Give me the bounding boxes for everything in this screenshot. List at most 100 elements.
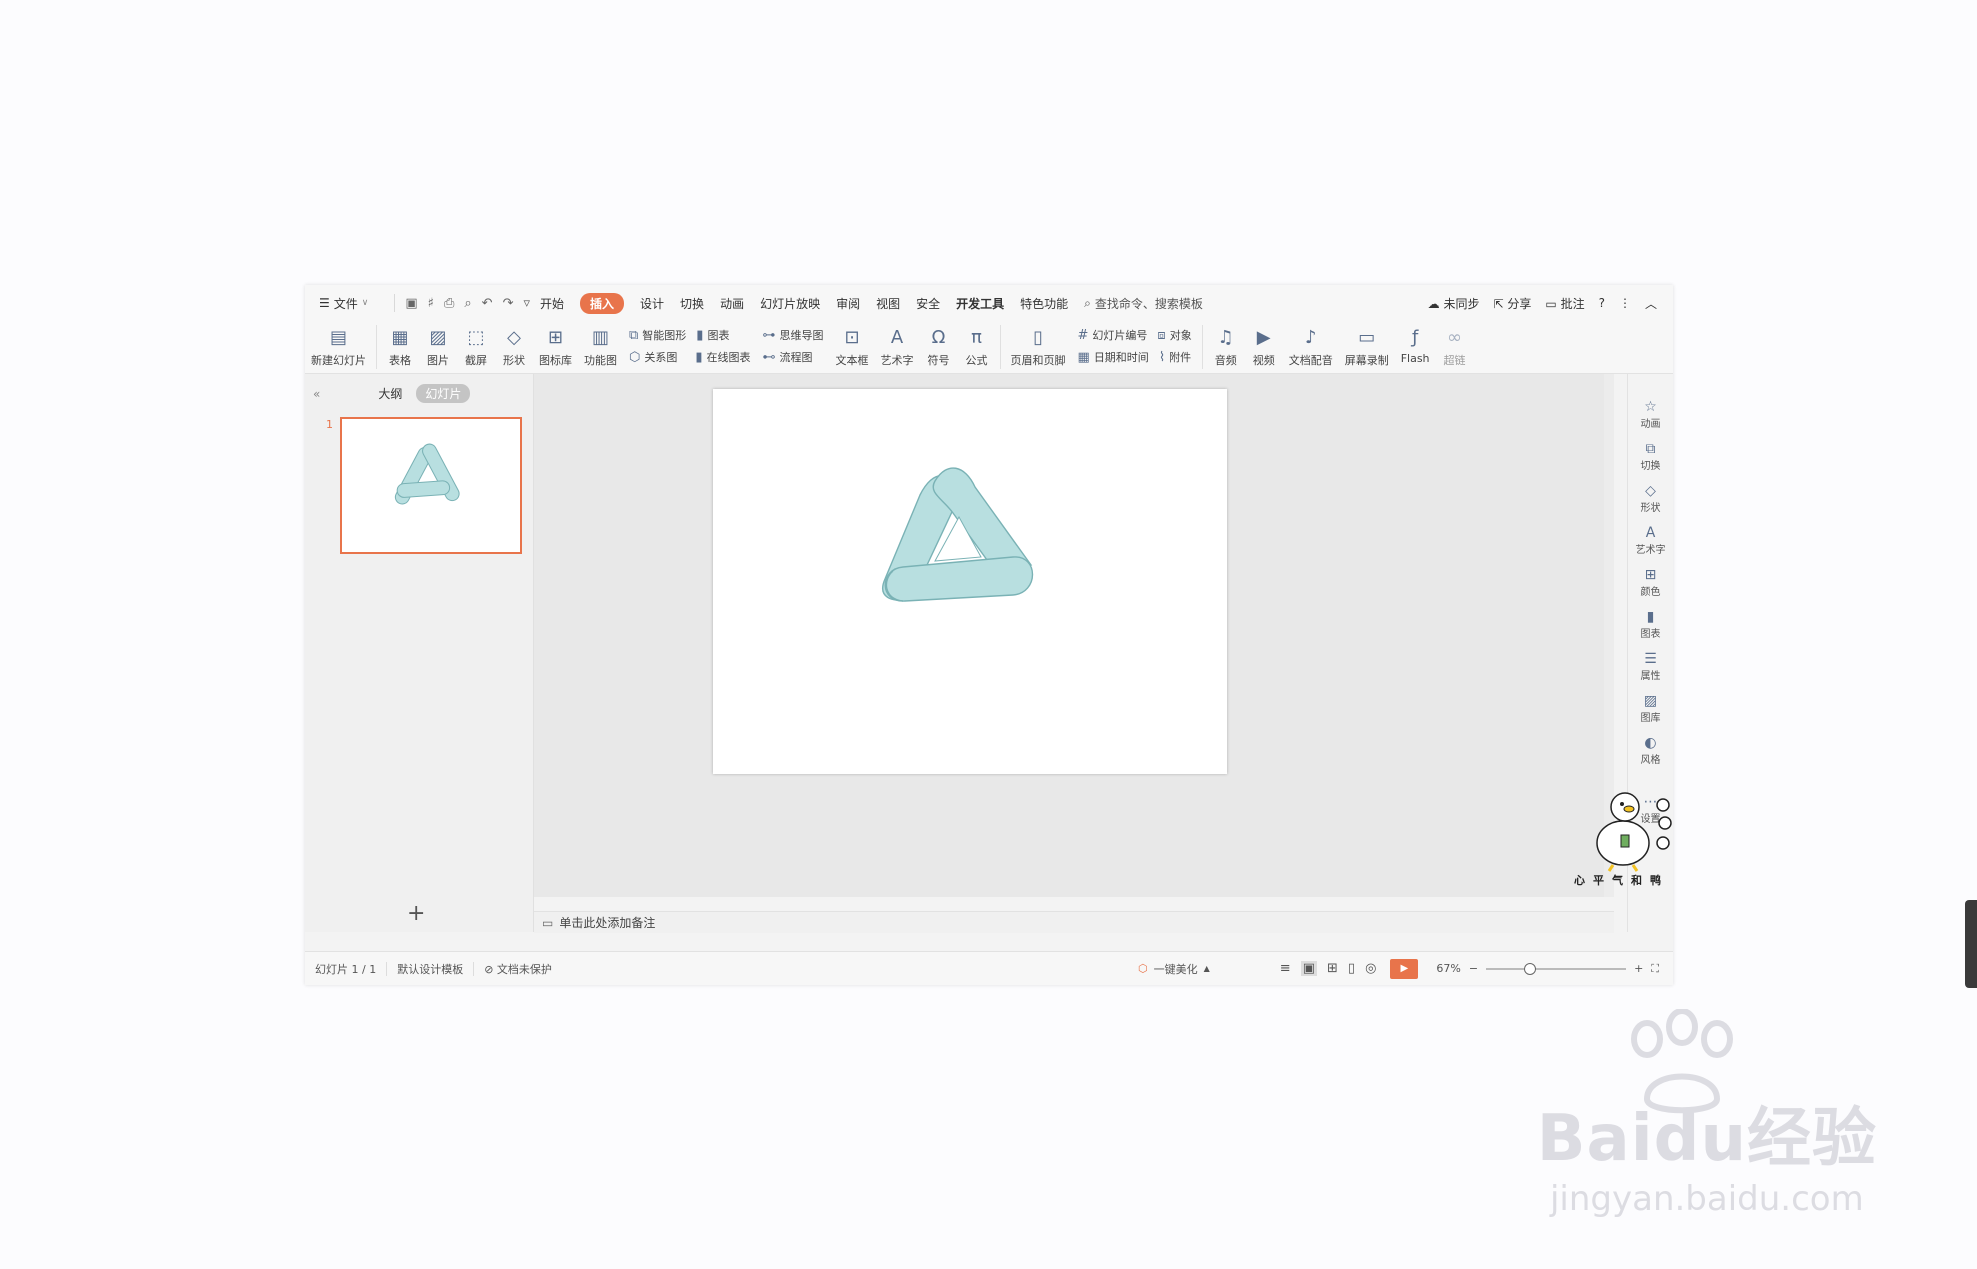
tab-slideshow[interactable]: 幻灯片放映 <box>760 295 820 312</box>
pane-art-text[interactable]: A 艺术字 <box>1628 525 1673 556</box>
normal-view-icon[interactable]: ▣ <box>1300 961 1317 976</box>
header-footer-button[interactable]: ▯ 页眉和页脚 <box>1011 321 1066 368</box>
tab-design[interactable]: 设计 <box>640 295 664 312</box>
current-slide[interactable] <box>713 389 1227 774</box>
screen-record-label: 屏幕录制 <box>1344 354 1389 367</box>
tab-developer[interactable]: 开发工具 <box>956 295 1004 312</box>
sorter-view-icon[interactable]: ⊞ <box>1327 961 1338 976</box>
smart-art-button[interactable]: ⧉ 智能图形 ▮ 图表 <box>629 327 751 343</box>
table-button[interactable]: ▦ 表格 <box>387 321 413 368</box>
formula-button[interactable]: π 公式 <box>964 321 990 368</box>
comment-button[interactable]: ▭ 批注 <box>1545 295 1584 312</box>
hyperlink-label: 超链 <box>1443 354 1466 367</box>
zoom-slider-knob[interactable] <box>1524 962 1537 975</box>
sync-button[interactable]: ☁ 未同步 <box>1428 295 1480 312</box>
more-icon[interactable]: ⋮ <box>1619 296 1631 310</box>
presentation-app-window: ☰ 文件 ∨ ▣ ♯ ⎙ ⌕ ↶ ↷ ▿ 开始 插入 设计 切换 动画 幻灯片放… <box>305 285 1673 985</box>
ribbon-tabs: 开始 插入 设计 切换 动画 幻灯片放映 审阅 视图 安全 开发工具 特色功能 <box>540 292 1084 314</box>
relation-button[interactable]: ⬡ 关系图 ▮ 在线图表 <box>629 349 751 365</box>
new-slide-button[interactable]: ▤ 新建幻灯片 <box>311 321 366 368</box>
function-chart-button[interactable]: ▥ 功能图 <box>584 321 617 368</box>
add-slide-button[interactable]: + <box>407 901 425 926</box>
slide-thumbnail[interactable] <box>340 417 522 554</box>
hyperlink-button[interactable]: ∞ 超链 <box>1442 321 1468 368</box>
zoom-level[interactable]: 67% <box>1436 962 1460 975</box>
command-search[interactable]: ⌕ 查找命令、搜索模板 <box>1084 295 1203 312</box>
zoom-out-icon[interactable]: − <box>1469 962 1478 975</box>
reading-view-icon[interactable]: ▯ <box>1348 961 1355 976</box>
picture-button[interactable]: ▨ 图片 <box>425 321 451 368</box>
pane-style-label: 风格 <box>1640 755 1661 766</box>
notes-bar[interactable]: ▭ 单击此处添加备注 <box>534 911 1614 933</box>
presenter-view-icon[interactable]: ◎ <box>1365 961 1376 976</box>
collapse-ribbon-icon[interactable]: ︿ <box>1645 295 1657 312</box>
beautify-button[interactable]: ⬡ 一键美化 ▲ <box>1138 961 1210 977</box>
shape-button[interactable]: ◇ 形状 <box>501 321 527 368</box>
pane-shape[interactable]: ◇ 形状 <box>1628 483 1673 514</box>
share-button[interactable]: ⇱ 分享 <box>1494 295 1532 312</box>
pane-chart-label: 图表 <box>1640 629 1661 640</box>
icon-library-button[interactable]: ⊞ 图标库 <box>539 321 572 368</box>
menu-separator <box>394 294 396 312</box>
tab-transition[interactable]: 切换 <box>680 295 704 312</box>
save-icon[interactable]: ▣ <box>405 296 417 311</box>
pane-style[interactable]: ◐ 风格 <box>1628 735 1673 766</box>
status-separator <box>386 961 388 976</box>
template-name[interactable]: 默认设计模板 <box>397 961 463 977</box>
pane-animation[interactable]: ☆ 动画 <box>1628 399 1673 430</box>
audio-button[interactable]: ♫ 音频 <box>1213 321 1239 368</box>
mind-map-icon: ⊶ <box>762 327 776 343</box>
help-button[interactable]: ? <box>1599 296 1605 310</box>
tab-insert[interactable]: 插入 <box>580 292 625 314</box>
pane-transition[interactable]: ⧉ 切换 <box>1628 441 1673 472</box>
status-separator <box>473 961 475 976</box>
play-slideshow-button[interactable]: ▶ <box>1390 958 1419 979</box>
art-text-button[interactable]: A 艺术字 <box>881 321 914 368</box>
flow-chart-button[interactable]: ⊷ 流程图 <box>763 349 824 365</box>
tab-home[interactable]: 开始 <box>540 295 564 312</box>
protection-status[interactable]: ⊘ 文档未保护 <box>484 961 552 977</box>
zoom-slider[interactable] <box>1486 962 1627 975</box>
tab-review[interactable]: 审阅 <box>836 295 860 312</box>
screenshot-button[interactable]: ⬚ 截屏 <box>463 321 489 368</box>
formula-label: 公式 <box>965 354 988 367</box>
slide-number-icon: # <box>1077 327 1089 343</box>
textbox-button[interactable]: ⊡ 文本框 <box>836 321 869 368</box>
smart-art-icon: ⧉ <box>629 327 639 343</box>
pane-properties[interactable]: ☰ 属性 <box>1628 651 1673 682</box>
microphone-icon: ♪ <box>1304 326 1317 348</box>
symbol-button[interactable]: Ω 符号 <box>926 321 952 368</box>
command-search-label: 查找命令、搜索模板 <box>1094 296 1203 311</box>
screen-record-button[interactable]: ▭ 屏幕录制 <box>1345 321 1389 368</box>
tab-view[interactable]: 视图 <box>876 295 900 312</box>
pane-gallery[interactable]: ▨ 图库 <box>1628 693 1673 724</box>
pane-chart[interactable]: ▮ 图表 <box>1628 609 1673 640</box>
penrose-triangle-shape[interactable] <box>713 389 1227 774</box>
print-icon[interactable]: ⎙ <box>444 296 454 311</box>
tab-special[interactable]: 特色功能 <box>1020 295 1068 312</box>
mind-map-button[interactable]: ⊶ 思维导图 <box>763 327 824 343</box>
double-chevron-left-icon[interactable]: « <box>313 387 320 401</box>
redo-icon[interactable]: ↷ <box>503 296 514 311</box>
relation-label: 关系图 <box>644 351 678 364</box>
slide-number-button[interactable]: # 幻灯片编号 ⧈ 对象 <box>1078 327 1192 343</box>
print-preview-icon[interactable]: ⌕ <box>464 296 471 311</box>
screen-record-icon: ▭ <box>1358 326 1376 348</box>
file-menu[interactable]: ☰ 文件 ∨ <box>319 295 368 312</box>
tab-security[interactable]: 安全 <box>916 295 940 312</box>
video-button[interactable]: ▶ 视频 <box>1251 321 1277 368</box>
pane-color[interactable]: ⊞ 颜色 <box>1628 567 1673 598</box>
tab-animation[interactable]: 动画 <box>720 295 744 312</box>
date-time-label: 日期和时间 <box>1093 351 1149 364</box>
customize-icon[interactable]: ▿ <box>523 296 530 311</box>
doc-dub-button[interactable]: ♪ 文档配音 <box>1289 321 1333 368</box>
date-time-button[interactable]: ▦ 日期和时间 ⌇ 附件 <box>1078 349 1192 365</box>
tab-slides[interactable]: 幻灯片 <box>416 384 471 403</box>
format-painter-icon[interactable]: ♯ <box>428 296 434 311</box>
zoom-in-icon[interactable]: + <box>1634 962 1643 975</box>
notes-toggle-icon[interactable]: ≡ <box>1280 961 1291 976</box>
flash-button[interactable]: ƒ Flash <box>1401 321 1430 366</box>
tab-outline[interactable]: 大纲 <box>378 385 402 402</box>
fit-window-icon[interactable]: ⛶ <box>1651 962 1659 976</box>
undo-icon[interactable]: ↶ <box>482 296 493 311</box>
